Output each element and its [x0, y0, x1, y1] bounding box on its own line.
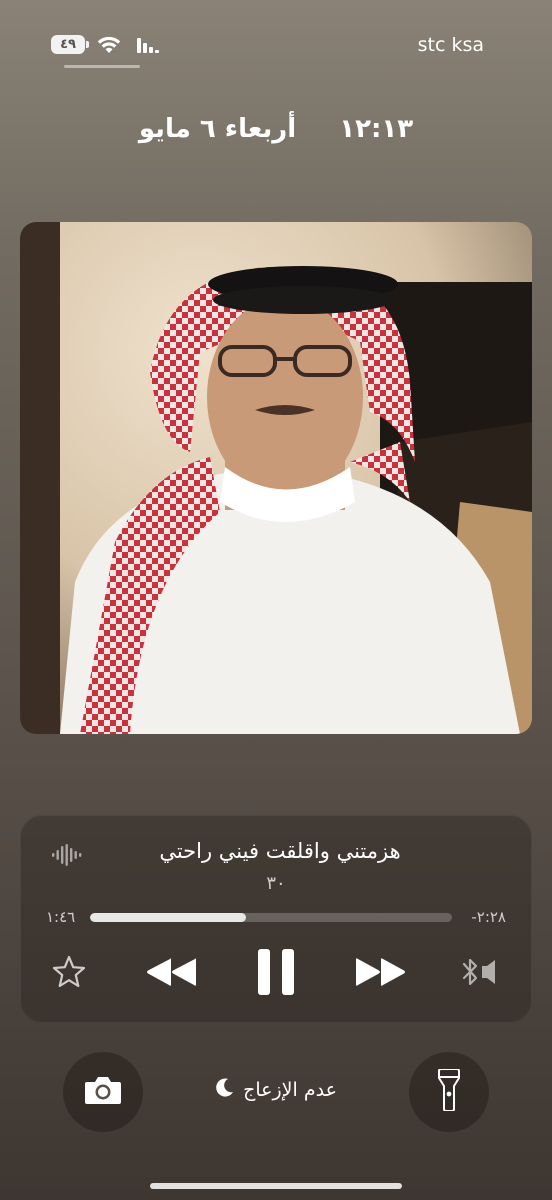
camera-icon	[84, 1075, 122, 1109]
focus-label: عدم الإزعاج	[243, 1078, 337, 1101]
song-title[interactable]: هزمتني واقلقت فيني راحتي	[100, 839, 460, 863]
moon-icon	[215, 1077, 235, 1102]
favorite-button[interactable]	[50, 955, 88, 993]
rewind-icon	[145, 957, 197, 991]
status-bar: ٤٩ stc ksa	[0, 0, 552, 90]
status-underline	[64, 65, 140, 68]
now-playing-widget: هزمتني واقلقت فيني راحتي ٣٠ ١:٤٦ -٢:٢٨	[20, 815, 532, 1023]
audio-output-button[interactable]	[458, 955, 506, 993]
carrier-name: stc ksa	[417, 34, 484, 56]
fast-forward-icon	[355, 957, 407, 991]
lock-screen-datetime: ١٢:١٣ أربعاء ٦ مايو	[0, 114, 552, 144]
pause-icon	[258, 949, 294, 999]
focus-mode-indicator[interactable]: عدم الإزعاج	[190, 1077, 362, 1102]
song-subtitle[interactable]: ٣٠	[20, 873, 532, 894]
album-artwork[interactable]	[20, 222, 532, 734]
star-icon	[51, 954, 87, 994]
waveform-icon	[52, 844, 82, 870]
rewind-button[interactable]	[144, 955, 198, 993]
flashlight-button[interactable]	[409, 1052, 489, 1132]
playback-progress-fill	[90, 913, 246, 922]
remaining-time: -٢:٢٨	[471, 908, 506, 926]
pause-button[interactable]	[254, 949, 298, 999]
clock-time: ١٢:١٣	[339, 114, 414, 144]
camera-button[interactable]	[63, 1052, 143, 1132]
bluetooth-speaker-icon	[460, 956, 504, 992]
flashlight-icon	[438, 1068, 460, 1115]
battery-indicator: ٤٩	[51, 35, 89, 54]
home-indicator[interactable]	[150, 1183, 402, 1189]
battery-level: ٤٩	[60, 37, 76, 52]
wifi-icon	[97, 35, 121, 58]
clock-date: أربعاء ٦ مايو	[138, 114, 297, 144]
elapsed-time: ١:٤٦	[46, 908, 76, 926]
cellular-signal-icon	[137, 38, 159, 57]
fast-forward-button[interactable]	[354, 955, 408, 993]
playback-scrubber[interactable]	[90, 913, 452, 922]
